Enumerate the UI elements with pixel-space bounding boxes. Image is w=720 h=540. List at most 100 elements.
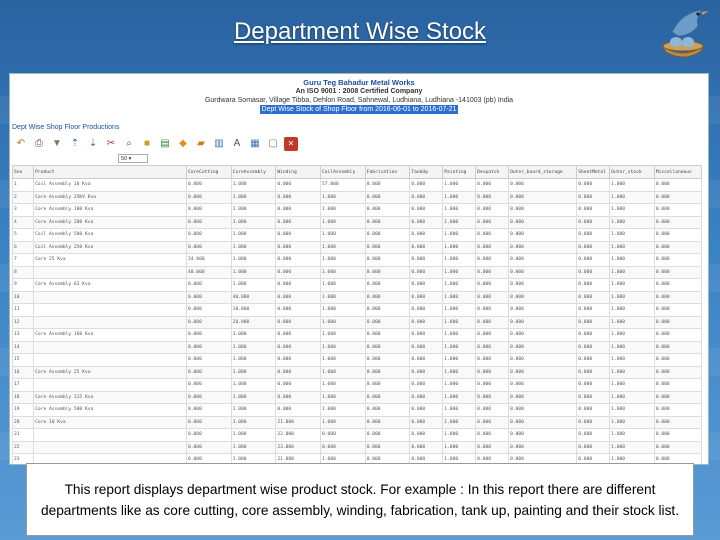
table-cell: 0.000 <box>508 390 578 404</box>
column-header[interactable]: SheetMetal <box>576 165 611 179</box>
table-cell: 0.000 <box>576 415 611 429</box>
column-header[interactable]: Winding <box>275 165 322 179</box>
table-cell: 1.000 <box>442 290 477 304</box>
table-cell: 1.000 <box>320 228 366 242</box>
table-cell: 0.000 <box>653 303 703 317</box>
print-icon[interactable]: ⎙ <box>32 137 46 151</box>
table-cell: 0.000 <box>364 240 411 254</box>
slide-caption: This report displays department wise pro… <box>26 463 694 536</box>
column-header[interactable]: Despatch <box>475 165 510 179</box>
table-cell: 0.000 <box>653 265 703 279</box>
filter-icon[interactable]: ▼ <box>50 137 64 151</box>
table-cell: 1.000 <box>609 253 655 267</box>
table-cell: 0.000 <box>653 390 703 404</box>
document-icon[interactable]: ▢ <box>266 137 280 151</box>
table-cell: 1.000 <box>609 290 655 304</box>
table-cell: 1.000 <box>230 415 277 429</box>
table-cell: 0.000 <box>653 215 703 229</box>
close-icon[interactable]: ✕ <box>284 137 298 151</box>
table-cell: 0.000 <box>186 190 232 204</box>
sort-desc-icon[interactable]: ⇣ <box>86 137 100 151</box>
table-cell: 0.000 <box>576 265 611 279</box>
table-cell: 1.000 <box>320 240 366 254</box>
column-header[interactable]: CoreCutting <box>186 165 232 179</box>
table-row[interactable]: 19 Core Assembly 500 Kva 0.000 1.000 0.000 1.… <box>11 403 703 417</box>
table-cell: 1.000 <box>609 440 655 454</box>
column-header[interactable]: Sno <box>11 165 35 179</box>
column-header[interactable]: Outer_stock <box>609 165 655 179</box>
table-cell: 8 <box>11 265 35 279</box>
table-cell: 1.000 <box>230 403 277 417</box>
table-cell: 1.000 <box>442 353 477 367</box>
table-row[interactable]: 6 Coil Assembly 250 Kva 0.000 1.000 0.000 1.0… <box>11 240 703 254</box>
table-row[interactable]: 20 Core 10 Kva 0.000 1.000 21.000 1.000 0.000 0… <box>11 415 703 429</box>
table-row[interactable]: 10 0.000 40.000 0.000 1.000 0.000 0.000 1.000 0.… <box>11 290 703 304</box>
page-size-select[interactable]: 50 ▾ <box>118 154 148 163</box>
table-row[interactable]: 13 Core Assembly 160 Kva 0.000 1.000 0.000 1.… <box>11 328 703 342</box>
table-row[interactable]: 7 Core 25 Kva 24.000 1.000 0.000 1.000 0.000 0.… <box>11 253 703 267</box>
column-header[interactable]: CoilAssembly <box>320 165 366 179</box>
table-row[interactable]: 9 Core Assembly 63 Kva 0.000 1.000 0.000 1.00… <box>11 278 703 292</box>
tag-icon[interactable]: ◆ <box>176 137 190 151</box>
table-row[interactable]: 2 Core Assembly 25KV Kva 0.000 1.000 0.000 1.… <box>11 190 703 204</box>
column-header[interactable]: CoreAssembly <box>230 165 277 179</box>
table-row[interactable]: 15 0.000 1.000 0.000 1.000 0.000 0.000 1.000 0.0… <box>11 353 703 367</box>
split-icon[interactable]: ✂ <box>104 137 118 151</box>
table-cell: 0.000 <box>475 403 510 417</box>
table-cell: 0.000 <box>653 415 703 429</box>
table-cell: 0.000 <box>475 253 510 267</box>
table-cell: 0.000 <box>475 265 510 279</box>
table-row[interactable]: 1 Coil Assembly 10 Kva 0.000 1.000 0.000 57.0… <box>11 178 703 192</box>
table-cell: 1.000 <box>442 378 477 392</box>
table-cell: 0.000 <box>508 328 578 342</box>
column-header[interactable]: Miscellaneous <box>653 165 703 179</box>
table-cell: 0.000 <box>475 428 510 442</box>
table-row[interactable]: 16 Core Assembly 25 Kva 0.000 1.000 0.000 1.0… <box>11 365 703 379</box>
table-row[interactable]: 3 Core Assembly 100 Kva 0.000 1.000 0.000 1.0… <box>11 203 703 217</box>
table-row[interactable]: 8 40.000 1.000 0.000 1.000 0.000 0.000 1.000 0.0… <box>11 265 703 279</box>
table-cell: 0.000 <box>275 228 322 242</box>
table-row[interactable]: 11 0.000 10.000 0.000 1.000 0.000 0.000 1.000 0.… <box>11 303 703 317</box>
table-cell: 1.000 <box>230 378 277 392</box>
font-icon[interactable]: A <box>230 137 244 151</box>
export-icon[interactable]: ▰ <box>194 137 208 151</box>
table-row[interactable]: 4 Core Assembly 200 Kva 0.000 1.000 0.000 1.0… <box>11 215 703 229</box>
table-row[interactable]: 17 0.000 1.000 0.000 1.000 0.000 0.000 1.000 0.0… <box>11 378 703 392</box>
search-icon[interactable]: ⌕ <box>122 137 136 151</box>
table-cell: 1.000 <box>609 178 655 192</box>
column-header[interactable]: Fabrication <box>364 165 411 179</box>
table-cell <box>33 340 187 354</box>
table-cell: 0.000 <box>508 190 578 204</box>
table-cell: 0.000 <box>653 378 703 392</box>
undo-icon[interactable]: ↶ <box>14 137 28 151</box>
table-cell: 0.000 <box>576 340 611 354</box>
chart-icon[interactable]: ▤ <box>158 137 172 151</box>
table-cell <box>33 303 187 317</box>
column-header[interactable]: Painting <box>442 165 477 179</box>
table-row[interactable]: 21 0.000 1.000 22.000 0.000 0.000 0.000 1.000 0.… <box>11 428 703 442</box>
table-icon[interactable]: ▦ <box>248 137 262 151</box>
table-row[interactable]: 22 0.000 1.000 23.000 0.000 0.000 0.000 1.000 0.… <box>11 440 703 454</box>
table-row[interactable]: 18 Core Assembly 315 Kva 0.000 1.000 0.000 1.… <box>11 390 703 404</box>
table-cell: 0.000 <box>653 403 703 417</box>
table-cell: 1.000 <box>230 228 277 242</box>
table-cell: 1.000 <box>609 365 655 379</box>
sort-asc-icon[interactable]: ⇡ <box>68 137 82 151</box>
table-cell: 0.000 <box>275 265 322 279</box>
table-row[interactable]: 14 0.000 1.000 0.000 1.000 0.000 0.000 1.000 0.0… <box>11 340 703 354</box>
table-cell: 0.000 <box>186 428 232 442</box>
table-cell: Core 10 Kva <box>33 415 187 429</box>
table-cell: 0.000 <box>364 228 411 242</box>
column-header[interactable]: Outer_board_storage <box>508 165 578 179</box>
column-header[interactable]: Product <box>33 165 187 179</box>
lock-icon[interactable]: ■ <box>140 137 154 151</box>
table-cell: Core Assembly 25 Kva <box>33 365 187 379</box>
table-cell: 0.000 <box>186 353 232 367</box>
table-cell: 1.000 <box>320 340 366 354</box>
table-cell: 0.000 <box>275 303 322 317</box>
table-cell: 0.000 <box>409 253 444 267</box>
column-header[interactable]: TankUp <box>409 165 444 179</box>
columns-icon[interactable]: ▥ <box>212 137 226 151</box>
table-row[interactable]: 5 Coil Assembly 500 Kva 0.000 1.000 0.000 1.0… <box>11 228 703 242</box>
table-row[interactable]: 12 0.000 20.000 0.000 1.000 0.000 0.000 1.000 0.… <box>11 315 703 329</box>
